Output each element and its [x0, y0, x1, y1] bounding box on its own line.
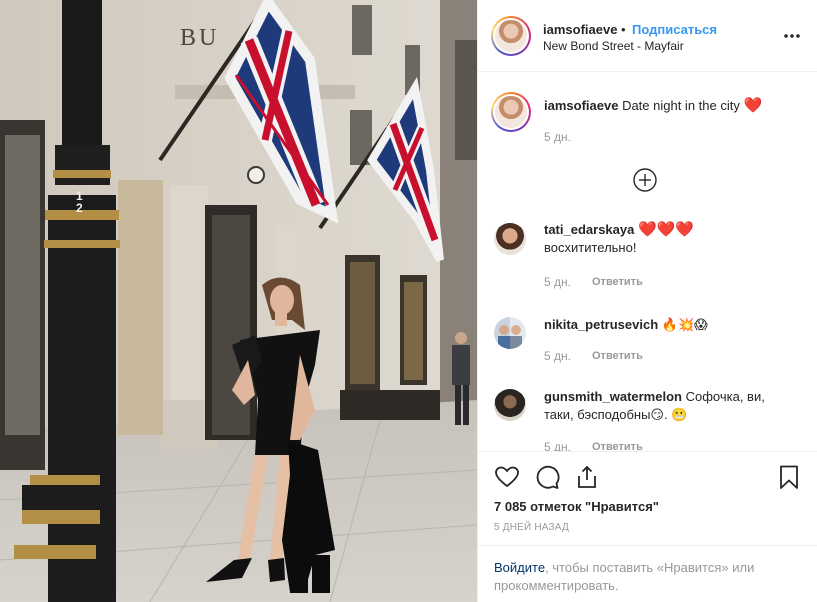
post-panel: iamsofiaeve • Подписаться New Bond Stree… [477, 0, 817, 602]
comment-text: tati_edarskaya ❤️❤️❤️ восхитительно! [544, 221, 804, 257]
comment-username[interactable]: tati_edarskaya [544, 222, 634, 237]
caption-text: iamsofiaeve Date night in the city ❤️ [544, 97, 804, 115]
comment-body-line2: таки, бэсподобны😏. 😬 [544, 407, 688, 422]
author-username[interactable]: iamsofiaeve [543, 22, 617, 37]
reply-button[interactable]: Ответить [592, 441, 643, 451]
author-avatar[interactable] [491, 16, 531, 56]
commenter-avatar[interactable] [494, 317, 526, 349]
more-options-icon[interactable] [782, 26, 802, 46]
bookmark-icon[interactable] [776, 464, 802, 490]
reply-button[interactable]: Ответить [592, 276, 643, 288]
likes-count[interactable]: 7 085 отметок "Нравится" [494, 499, 659, 514]
caption-emoji: ❤️ [743, 97, 763, 114]
comment-emojis: ❤️❤️❤️ [637, 221, 694, 238]
follow-button[interactable]: Подписаться [632, 22, 717, 37]
comment-time: 5 дн. [544, 349, 571, 363]
comment-body-line1: Софочка, ви, [685, 389, 765, 404]
comment-bubble-icon[interactable] [534, 464, 560, 490]
photo-illustration: BU 1 2 [0, 0, 477, 602]
login-prompt-text: Войдите, чтобы поставить «Нравится» или … [494, 559, 804, 595]
load-more-comments-icon[interactable] [632, 167, 658, 193]
login-link[interactable]: Войдите [494, 560, 545, 575]
post-actions: 7 085 отметок "Нравится" 5 ДНЕЙ НАЗАД Во… [478, 451, 817, 602]
post-location[interactable]: New Bond Street - Mayfair [543, 39, 684, 53]
like-heart-icon[interactable] [494, 464, 520, 490]
commenter-avatar[interactable] [494, 389, 526, 421]
header-separator: • [621, 22, 626, 37]
photo-sign-text: BU [180, 25, 219, 51]
comment-body: восхитительно! [544, 240, 637, 255]
caption-body: Date night in the city [622, 98, 740, 113]
comments-list[interactable]: iamsofiaeve Date night in the city ❤️ 5 … [478, 73, 817, 451]
lamp-number-2: 2 [76, 201, 83, 215]
caption-avatar[interactable] [491, 92, 531, 132]
login-prompt: Войдите, чтобы поставить «Нравится» или … [478, 545, 817, 602]
caption-username[interactable]: iamsofiaeve [544, 98, 618, 113]
post-photo[interactable]: BU 1 2 [0, 0, 477, 602]
caption-time: 5 дн. [544, 130, 571, 144]
post-header: iamsofiaeve • Подписаться New Bond Stree… [478, 0, 817, 72]
commenter-avatar[interactable] [494, 223, 526, 255]
comment-time: 5 дн. [544, 440, 571, 451]
comment-time: 5 дн. [544, 275, 571, 289]
post-date: 5 ДНЕЙ НАЗАД [494, 522, 569, 533]
comment-text: gunsmith_watermelon Софочка, ви, таки, б… [544, 388, 804, 424]
comment-emojis: 🔥💥😱 [661, 317, 708, 332]
comment-username[interactable]: nikita_petrusevich [544, 317, 658, 332]
share-icon[interactable] [574, 464, 600, 490]
comment-text: nikita_petrusevich 🔥💥😱 [544, 316, 804, 334]
reply-button[interactable]: Ответить [592, 350, 643, 362]
comment-username[interactable]: gunsmith_watermelon [544, 389, 682, 404]
